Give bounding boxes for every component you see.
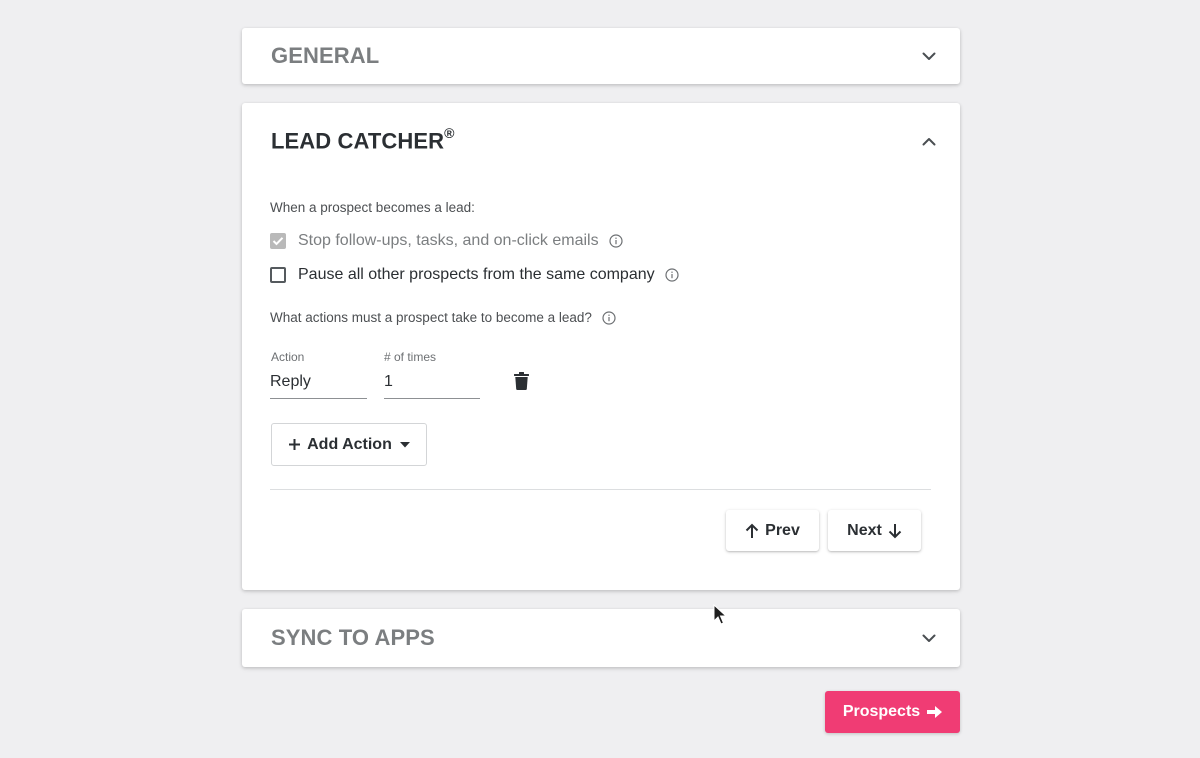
arrow-right-icon: [927, 706, 943, 718]
prospects-label: Prospects: [842, 703, 921, 720]
arrow-up-icon: [745, 523, 759, 538]
add-action-button[interactable]: Add Action: [271, 423, 427, 466]
times-field-label: # of times: [384, 350, 437, 364]
general-title: GENERAL: [271, 43, 380, 68]
stop-followups-option[interactable]: Stop follow-ups, tasks, and on-click ema…: [270, 232, 623, 250]
prev-label: Prev: [765, 521, 800, 539]
sync-to-apps-panel: SYNC TO APPS: [242, 609, 960, 667]
actions-question: What actions must a prospect take to bec…: [270, 310, 616, 325]
caret-down-icon: [399, 441, 410, 447]
when-lead-label: When a prospect becomes a lead:: [270, 200, 475, 215]
stop-followups-label: Stop follow-ups, tasks, and on-click ema…: [298, 232, 599, 249]
general-panel: GENERAL: [242, 28, 960, 84]
lead-catcher-title: LEAD CATCHER®: [271, 125, 455, 154]
lead-catcher-panel: LEAD CATCHER® When a prospect becomes a …: [242, 103, 960, 590]
plus-icon: [289, 439, 301, 450]
chevron-down-icon[interactable]: [918, 45, 940, 67]
sync-to-apps-title: SYNC TO APPS: [271, 625, 435, 650]
divider: [270, 489, 931, 490]
times-input[interactable]: 1: [384, 371, 480, 399]
arrow-down-icon: [888, 523, 902, 538]
prev-button[interactable]: Prev: [726, 510, 819, 551]
prospects-button[interactable]: Prospects: [825, 691, 960, 733]
general-panel-header[interactable]: GENERAL: [271, 28, 940, 84]
lead-catcher-panel-header[interactable]: LEAD CATCHER®: [271, 103, 940, 179]
info-icon[interactable]: [602, 310, 616, 325]
mouse-cursor-icon: [713, 603, 728, 631]
pause-company-option[interactable]: Pause all other prospects from the same …: [270, 266, 679, 284]
next-button[interactable]: Next: [828, 510, 921, 551]
next-label: Next: [847, 521, 882, 539]
action-select[interactable]: Reply: [270, 371, 367, 399]
sync-to-apps-panel-header[interactable]: SYNC TO APPS: [271, 609, 940, 667]
info-icon[interactable]: [665, 268, 679, 282]
trademark-symbol: ®: [444, 125, 455, 142]
chevron-down-icon[interactable]: [918, 627, 940, 649]
info-icon[interactable]: [608, 234, 623, 248]
pause-company-checkbox[interactable]: [270, 267, 286, 283]
trash-icon[interactable]: [514, 372, 529, 395]
lead-catcher-title-text: LEAD CATCHER: [271, 128, 445, 154]
pause-company-label: Pause all other prospects from the same …: [298, 266, 655, 283]
action-field-label: Action: [271, 350, 305, 364]
stop-followups-checkbox[interactable]: [270, 233, 286, 249]
actions-question-text: What actions must a prospect take to bec…: [270, 310, 592, 325]
chevron-up-icon[interactable]: [918, 130, 940, 152]
add-action-label: Add Action: [307, 435, 392, 453]
